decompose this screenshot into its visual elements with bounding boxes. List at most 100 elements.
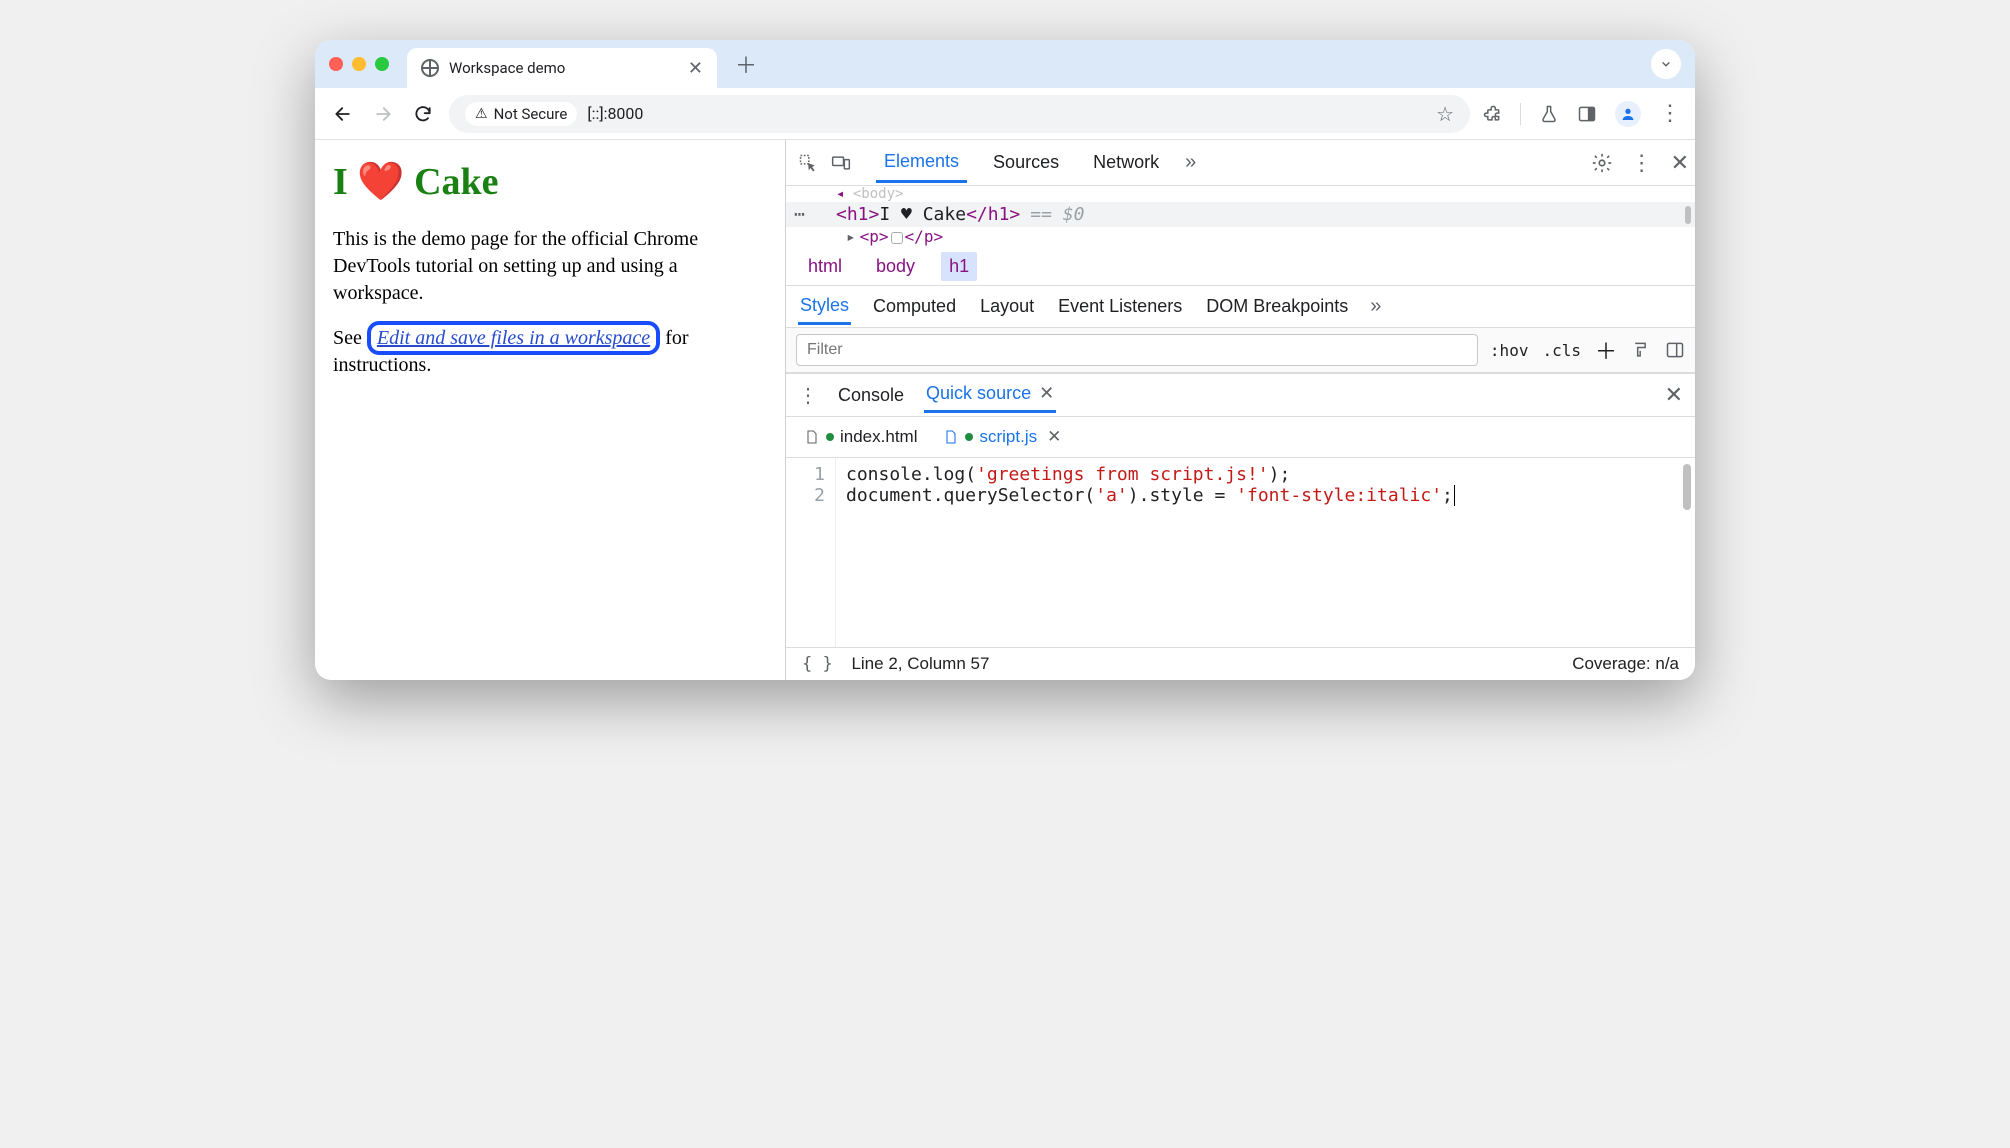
person-icon bbox=[1620, 106, 1636, 122]
close-icon[interactable]: ✕ bbox=[1039, 383, 1054, 404]
drawer-menu-button[interactable]: ⋮ bbox=[798, 383, 818, 408]
subtab-dom-breakpoints[interactable]: DOM Breakpoints bbox=[1204, 290, 1350, 323]
rendered-page: I ❤️ Cake This is the demo page for the … bbox=[315, 140, 785, 680]
reload-icon bbox=[413, 104, 433, 124]
file-tab-index[interactable]: index.html bbox=[800, 423, 921, 451]
menu-button[interactable]: ⋮ bbox=[1659, 101, 1681, 126]
subtab-event-listeners[interactable]: Event Listeners bbox=[1056, 290, 1184, 323]
close-window-button[interactable] bbox=[329, 57, 343, 71]
tab-network[interactable]: Network bbox=[1085, 144, 1167, 181]
code-editor[interactable]: 1 2 console.log('greetings from script.j… bbox=[786, 458, 1695, 647]
styles-filter-row: :hov .cls ＋ bbox=[786, 328, 1695, 373]
pretty-print-button[interactable]: { } bbox=[802, 654, 833, 674]
modified-dot-icon bbox=[826, 433, 834, 441]
devtools-close-button[interactable]: ✕ bbox=[1671, 150, 1689, 176]
warning-icon: ⚠ bbox=[475, 106, 488, 122]
gear-icon bbox=[1591, 152, 1613, 174]
minimize-window-button[interactable] bbox=[352, 57, 366, 71]
panel-right-icon bbox=[1665, 340, 1685, 360]
sidepanel-button[interactable] bbox=[1577, 104, 1597, 124]
tab-title: Workspace demo bbox=[449, 59, 678, 77]
dom-next-line[interactable]: ▸<p></p> bbox=[786, 227, 1695, 248]
arrow-right-icon bbox=[373, 104, 393, 124]
window-controls bbox=[329, 57, 389, 71]
code-scrollbar[interactable] bbox=[1683, 464, 1691, 510]
code-lines[interactable]: console.log('greetings from script.js!')… bbox=[836, 458, 1476, 647]
more-tabs-button[interactable]: » bbox=[1185, 151, 1196, 174]
page-paragraph-1: This is the demo page for the official C… bbox=[333, 226, 767, 307]
dom-prev-line: ◂ <body> bbox=[786, 186, 1695, 202]
paint-button[interactable] bbox=[1631, 340, 1651, 360]
subtab-more-button[interactable]: » bbox=[1370, 295, 1381, 318]
dom-breadcrumb: html body h1 bbox=[786, 248, 1695, 286]
profile-button[interactable] bbox=[1615, 101, 1641, 127]
browser-tab[interactable]: Workspace demo ✕ bbox=[407, 48, 717, 88]
address-bar[interactable]: ⚠ Not Secure [::]:8000 ☆ bbox=[449, 95, 1470, 133]
subtab-computed[interactable]: Computed bbox=[871, 290, 958, 323]
globe-icon bbox=[421, 59, 439, 77]
drawer-tab-quick-source[interactable]: Quick source ✕ bbox=[924, 377, 1056, 413]
bookmark-button[interactable]: ☆ bbox=[1436, 102, 1454, 126]
browser-window: Workspace demo ✕ ＋ ⚠ Not Secure [::]:800… bbox=[315, 40, 1695, 680]
titlebar: Workspace demo ✕ ＋ bbox=[315, 40, 1695, 88]
security-chip[interactable]: ⚠ Not Secure bbox=[465, 102, 577, 126]
editor-status-bar: { } Line 2, Column 57 Coverage: n/a bbox=[786, 647, 1695, 680]
url-text: [::]:8000 bbox=[587, 104, 643, 123]
inspect-icon bbox=[798, 153, 818, 173]
styles-subtabs: Styles Computed Layout Event Listeners D… bbox=[786, 286, 1695, 328]
computed-toggle-button[interactable] bbox=[1665, 340, 1685, 360]
line-gutter: 1 2 bbox=[786, 458, 836, 647]
forward-button[interactable] bbox=[369, 100, 397, 128]
new-style-button[interactable]: ＋ bbox=[1595, 334, 1617, 366]
devtools-panel: Elements Sources Network » ⋮ ✕ ◂ <body> … bbox=[785, 140, 1695, 680]
format-icon bbox=[1631, 340, 1651, 360]
cursor-position: Line 2, Column 57 bbox=[851, 654, 989, 673]
styles-filter-input[interactable] bbox=[796, 334, 1478, 366]
panel-icon bbox=[1577, 104, 1597, 124]
device-toggle-button[interactable] bbox=[830, 153, 852, 173]
workspace-link[interactable]: Edit and save files in a workspace bbox=[377, 327, 650, 349]
extensions-button[interactable] bbox=[1482, 104, 1502, 124]
back-button[interactable] bbox=[329, 100, 357, 128]
drawer-close-button[interactable]: ✕ bbox=[1665, 382, 1683, 408]
toolbar-actions: ⋮ bbox=[1482, 101, 1681, 127]
modified-dot-icon bbox=[965, 433, 973, 441]
tab-elements[interactable]: Elements bbox=[876, 143, 967, 183]
reload-button[interactable] bbox=[409, 100, 437, 128]
dom-selected-row[interactable]: ⋯ <h1>I ♥ Cake</h1> == $0 bbox=[786, 202, 1695, 227]
devices-icon bbox=[830, 153, 852, 173]
page-paragraph-2: See Edit and save files in a workspace f… bbox=[333, 325, 767, 379]
settings-button[interactable] bbox=[1591, 152, 1613, 174]
subtab-styles[interactable]: Styles bbox=[798, 289, 851, 325]
file-tab-script[interactable]: script.js ✕ bbox=[939, 423, 1065, 451]
toolbar: ⚠ Not Secure [::]:8000 ☆ ⋮ bbox=[315, 88, 1695, 140]
coverage-label: Coverage: n/a bbox=[1572, 654, 1679, 674]
file-icon bbox=[804, 429, 820, 445]
divider bbox=[1520, 103, 1521, 125]
subtab-layout[interactable]: Layout bbox=[978, 290, 1036, 323]
drawer-tab-console[interactable]: Console bbox=[836, 379, 906, 412]
close-file-button[interactable]: ✕ bbox=[1047, 427, 1061, 447]
tabs-dropdown-button[interactable] bbox=[1651, 49, 1681, 79]
close-tab-button[interactable]: ✕ bbox=[688, 58, 703, 79]
breadcrumb-html[interactable]: html bbox=[800, 252, 850, 281]
security-label: Not Secure bbox=[494, 105, 568, 123]
file-tabs: index.html script.js ✕ bbox=[786, 417, 1695, 458]
labs-button[interactable] bbox=[1539, 104, 1559, 124]
chevron-down-icon bbox=[1659, 57, 1673, 71]
page-heading: I ❤️ Cake bbox=[333, 160, 767, 204]
devtools-menu-button[interactable]: ⋮ bbox=[1631, 150, 1653, 176]
ellipsis-icon[interactable]: ⋯ bbox=[794, 204, 807, 225]
breadcrumb-body[interactable]: body bbox=[868, 252, 923, 281]
arrow-left-icon bbox=[333, 104, 353, 124]
hov-toggle[interactable]: :hov bbox=[1490, 341, 1529, 360]
dom-scrollbar[interactable] bbox=[1685, 206, 1691, 224]
tab-sources[interactable]: Sources bbox=[985, 144, 1067, 181]
puzzle-icon bbox=[1482, 104, 1502, 124]
breadcrumb-h1[interactable]: h1 bbox=[941, 252, 977, 281]
link-highlight: Edit and save files in a workspace bbox=[367, 321, 660, 355]
new-tab-button[interactable]: ＋ bbox=[735, 48, 757, 80]
maximize-window-button[interactable] bbox=[375, 57, 389, 71]
cls-toggle[interactable]: .cls bbox=[1542, 341, 1581, 360]
inspect-button[interactable] bbox=[798, 153, 818, 173]
